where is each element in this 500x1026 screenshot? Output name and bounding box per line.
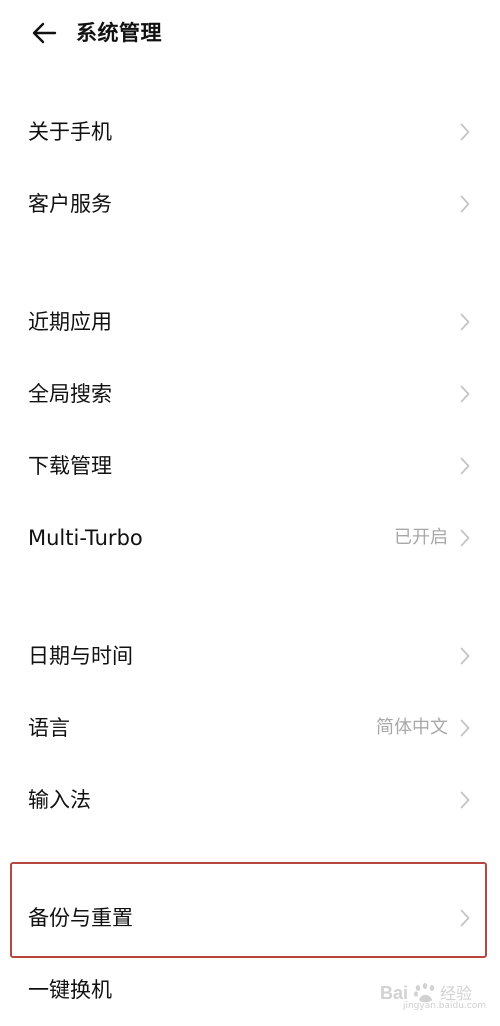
settings-item-label: 日期与时间 [28,644,133,668]
settings-item-label: 语言 [28,716,70,740]
arrow-left-icon [32,22,57,44]
settings-item-label: 关于手机 [28,120,112,144]
chevron-right-icon [460,457,470,475]
settings-item-recent-apps[interactable]: 近期应用 [0,286,500,358]
settings-item-value: 已开启 [394,527,448,548]
settings-item-label: 下载管理 [28,454,112,478]
settings-item-language[interactable]: 语言 简体中文 [0,692,500,764]
baidu-jingyan-watermark: Bai 经验 jingyan.baidu.com [374,978,494,1012]
watermark-url: jingyan.baidu.com [402,1001,486,1011]
settings-item-label: 全局搜索 [28,382,112,406]
chevron-right-icon [460,529,470,547]
settings-item-multi-turbo[interactable]: Multi-Turbo 已开启 [0,502,500,574]
page-title: 系统管理 [76,21,162,45]
chevron-right-icon [460,791,470,809]
chevron-right-icon [460,909,470,927]
settings-item-label: 客户服务 [28,192,112,216]
back-button[interactable] [30,18,60,48]
chevron-right-icon [460,123,470,141]
chevron-right-icon [460,385,470,403]
settings-item-label: 近期应用 [28,310,112,334]
settings-item-backup-reset[interactable]: 备份与重置 [0,882,500,954]
settings-item-download-manager[interactable]: 下载管理 [0,430,500,502]
settings-item-label: 备份与重置 [28,906,133,930]
settings-item-input-method[interactable]: 输入法 [0,764,500,836]
chevron-right-icon [460,195,470,213]
settings-item-global-search[interactable]: 全局搜索 [0,358,500,430]
settings-item-customer-service[interactable]: 客户服务 [0,168,500,240]
settings-item-value: 简体中文 [376,717,448,738]
top-bar: 系统管理 [0,0,500,68]
chevron-right-icon [460,719,470,737]
settings-item-label: Multi-Turbo [28,526,143,550]
chevron-right-icon [460,647,470,665]
settings-item-label: 一键换机 [28,978,112,1002]
settings-item-date-time[interactable]: 日期与时间 [0,620,500,692]
settings-item-label: 输入法 [28,788,91,812]
settings-item-about-phone[interactable]: 关于手机 [0,96,500,168]
chevron-right-icon [460,313,470,331]
